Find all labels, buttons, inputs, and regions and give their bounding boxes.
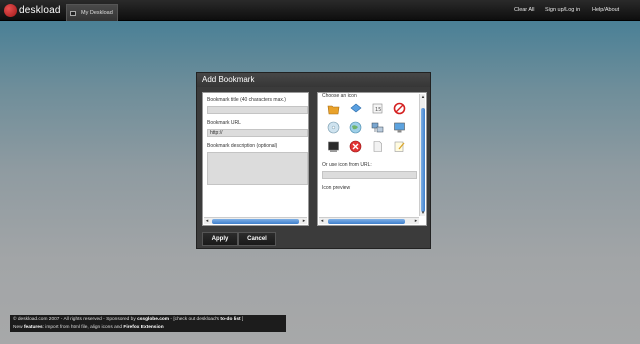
cancel-button[interactable]: Cancel <box>238 232 276 246</box>
scroll-right-icon[interactable]: ▸ <box>301 218 307 224</box>
logo-mark-icon <box>4 4 17 17</box>
tag-icon[interactable] <box>349 102 362 115</box>
bookmark-description-textarea[interactable] <box>207 152 308 185</box>
scroll-left-icon[interactable]: ◂ <box>204 218 210 224</box>
notepad-icon[interactable] <box>393 140 406 153</box>
scroll-up-icon[interactable]: ▴ <box>420 94 426 100</box>
folder-icon[interactable] <box>327 102 340 115</box>
bookmark-form-panel: Bookmark title (40 characters max.) Book… <box>202 92 309 226</box>
help-about-link[interactable]: Help/About <box>592 7 619 13</box>
copyright-text: © deskload.com 2007 - All rights reserve… <box>13 317 136 322</box>
footer-text: ] <box>242 317 244 322</box>
document-icon[interactable] <box>371 140 384 153</box>
horizontal-scrollbar[interactable]: ◂ ▸ <box>204 217 307 224</box>
bookmark-title-input[interactable] <box>207 106 308 114</box>
terminal-icon[interactable] <box>327 140 340 153</box>
monitor-icon[interactable] <box>393 121 406 134</box>
network-icon[interactable] <box>371 121 384 134</box>
bookmark-url-label: Bookmark URL <box>207 120 241 126</box>
icon-url-input[interactable] <box>322 171 417 179</box>
no-entry-icon[interactable] <box>393 102 406 115</box>
bookmark-url-input[interactable]: http:// <box>207 129 308 137</box>
vertical-scroll-thumb[interactable] <box>421 108 425 212</box>
tab-label: My Deskload <box>81 10 113 16</box>
icon-chooser-panel: Choose an icon 15 Or use icon from URL: … <box>317 92 427 226</box>
dialog-title: Add Bookmark <box>197 73 430 87</box>
footer-line-1: © deskload.com 2007 - All rights reserve… <box>13 316 283 324</box>
add-bookmark-dialog: Add Bookmark Bookmark title (40 characte… <box>196 72 431 249</box>
logo-text: deskload <box>19 5 61 16</box>
choose-icon-label: Choose an icon <box>322 93 357 99</box>
calendar-icon[interactable]: 15 <box>371 102 384 115</box>
footer-text: : import from html file, align icons and <box>42 324 123 330</box>
sponsor-link[interactable]: cssglobe.com <box>137 317 169 322</box>
icon-preview-label: Icon preview <box>322 185 351 191</box>
vertical-scrollbar[interactable]: ▴ ▾ <box>419 94 425 216</box>
bookmark-title-label: Bookmark title (40 characters max.) <box>207 97 286 103</box>
footer: © deskload.com 2007 - All rights reserve… <box>10 315 286 332</box>
apply-button[interactable]: Apply <box>202 232 238 246</box>
scroll-thumb[interactable] <box>328 219 405 224</box>
close-red-icon[interactable] <box>349 140 362 153</box>
window-icon <box>70 10 76 16</box>
globe-icon[interactable] <box>349 121 362 134</box>
scroll-right-icon[interactable]: ▸ <box>413 218 419 224</box>
logo[interactable]: deskload <box>4 3 61 18</box>
bookmark-description-label: Bookmark description (optional) <box>207 143 278 149</box>
firefox-extension-link[interactable]: Firefox Extension <box>123 325 163 330</box>
features-link[interactable]: features <box>24 325 43 330</box>
cd-icon[interactable] <box>327 121 340 134</box>
icon-url-label: Or use icon from URL: <box>322 162 372 168</box>
signup-login-link[interactable]: Sign up/Log in <box>545 7 580 13</box>
horizontal-scrollbar[interactable]: ◂ ▸ <box>319 217 419 224</box>
footer-text: - [check out deskload's <box>170 317 220 322</box>
clear-all-link[interactable]: Clear All <box>514 7 534 13</box>
scroll-thumb[interactable] <box>212 219 299 224</box>
svg-text:15: 15 <box>375 107 381 113</box>
footer-text: New <box>13 324 23 330</box>
scroll-left-icon[interactable]: ◂ <box>319 218 325 224</box>
tab-my-deskload[interactable]: My Deskload <box>66 4 118 21</box>
top-bar: deskload My Deskload Clear All Sign up/L… <box>0 0 640 21</box>
todo-list-link[interactable]: to-do list <box>220 317 240 322</box>
scroll-down-icon[interactable]: ▾ <box>420 210 426 216</box>
footer-line-2: New features: import from html file, ali… <box>13 324 283 332</box>
